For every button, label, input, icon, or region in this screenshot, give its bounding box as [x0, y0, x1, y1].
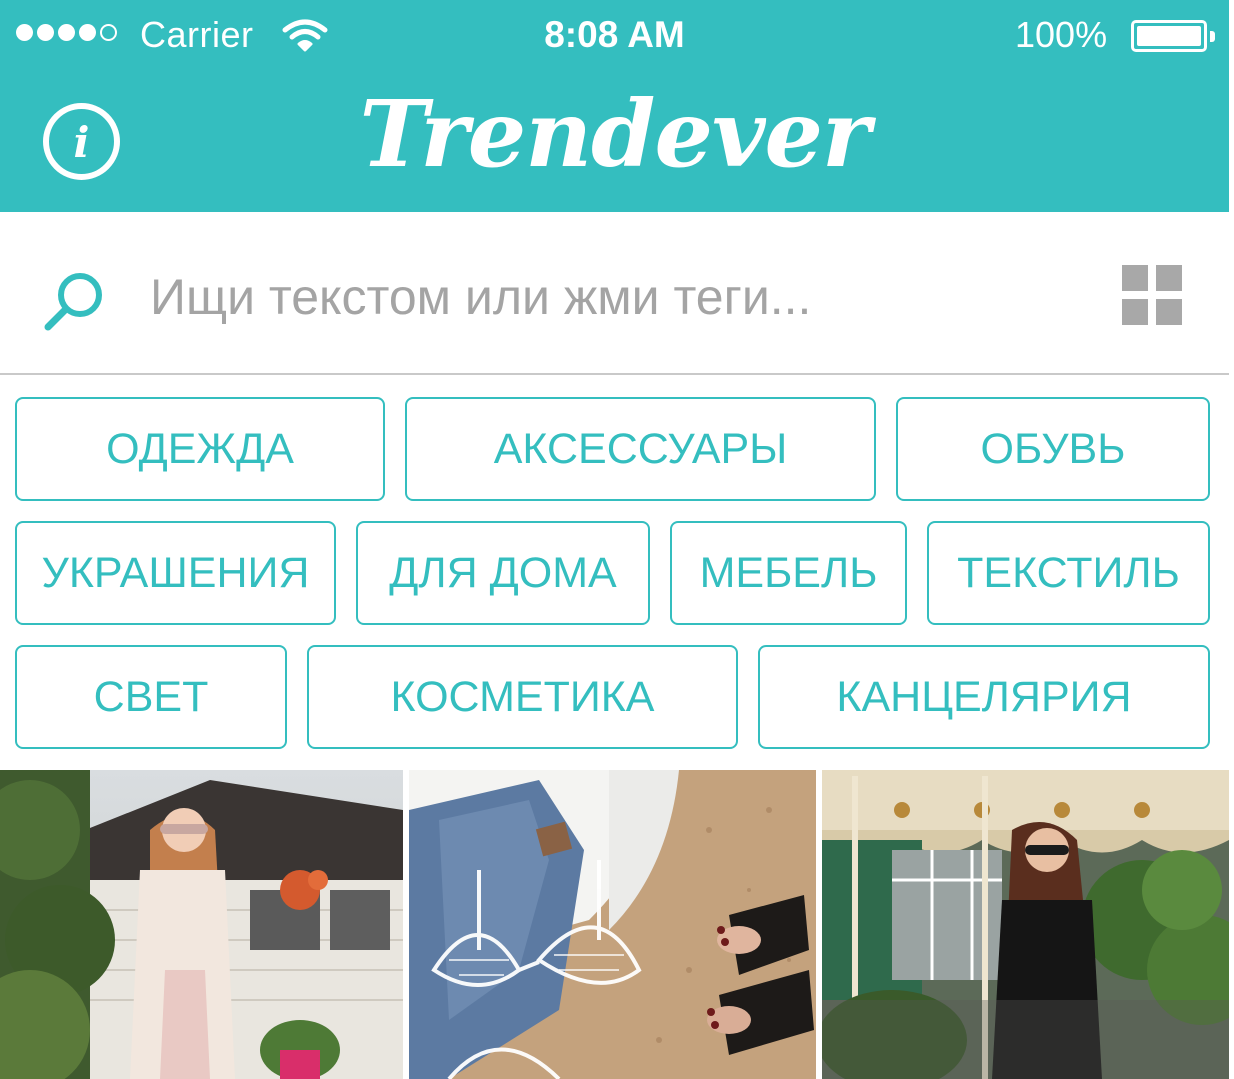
battery-level: [1137, 26, 1201, 46]
tag-clothing[interactable]: ОДЕЖДА: [15, 397, 385, 501]
search-bar: [0, 212, 1229, 375]
tag-jewelry[interactable]: УКРАШЕНИЯ: [15, 521, 336, 625]
tag-accessories[interactable]: АКСЕССУАРЫ: [405, 397, 876, 501]
category-tags: ОДЕЖДА АКСЕССУАРЫ ОБУВЬ УКРАШЕНИЯ ДЛЯ ДО…: [0, 375, 1229, 770]
photo-beach-flatlay[interactable]: [409, 770, 816, 1079]
search-input[interactable]: [150, 267, 1050, 327]
photo-beach-flatlay-image: [409, 770, 816, 1079]
grid-cell: [1156, 265, 1182, 291]
tag-lighting[interactable]: СВЕТ: [15, 645, 287, 749]
screen-edge: [1229, 0, 1234, 1079]
tag-textile[interactable]: ТЕКСТИЛЬ: [927, 521, 1210, 625]
photo-woman-street[interactable]: [0, 770, 403, 1079]
tag-home[interactable]: ДЛЯ ДОМА: [356, 521, 650, 625]
battery-percent: 100%: [1015, 14, 1108, 55]
grid-cell: [1122, 265, 1148, 291]
app-screen: Carrier 8:08 AM 100% i Trendever Ищи тек…: [0, 0, 1229, 1079]
app-logo: Trendever: [359, 80, 871, 188]
grid-cell: [1122, 299, 1148, 325]
grid-view-toggle-icon[interactable]: [1122, 265, 1182, 325]
grid-cell: [1156, 299, 1182, 325]
photo-feed: [0, 770, 1229, 1079]
tag-stationery[interactable]: КАНЦЕЛЯРИЯ: [758, 645, 1210, 749]
app-header: Carrier 8:08 AM 100% i Trendever: [0, 0, 1229, 212]
battery-tip: [1210, 31, 1215, 42]
tag-furniture[interactable]: МЕБЕЛЬ: [670, 521, 907, 625]
tag-shoes[interactable]: ОБУВЬ: [896, 397, 1210, 501]
search-icon[interactable]: [42, 269, 108, 335]
photo-woman-terrace[interactable]: [822, 770, 1229, 1079]
battery-icon: [1131, 20, 1215, 52]
tag-cosmetics[interactable]: КОСМЕТИКА: [307, 645, 738, 749]
status-bar: Carrier 8:08 AM 100%: [0, 0, 1229, 70]
photo-woman-street-image: [0, 770, 403, 1079]
photo-woman-terrace-image: [822, 770, 1229, 1079]
